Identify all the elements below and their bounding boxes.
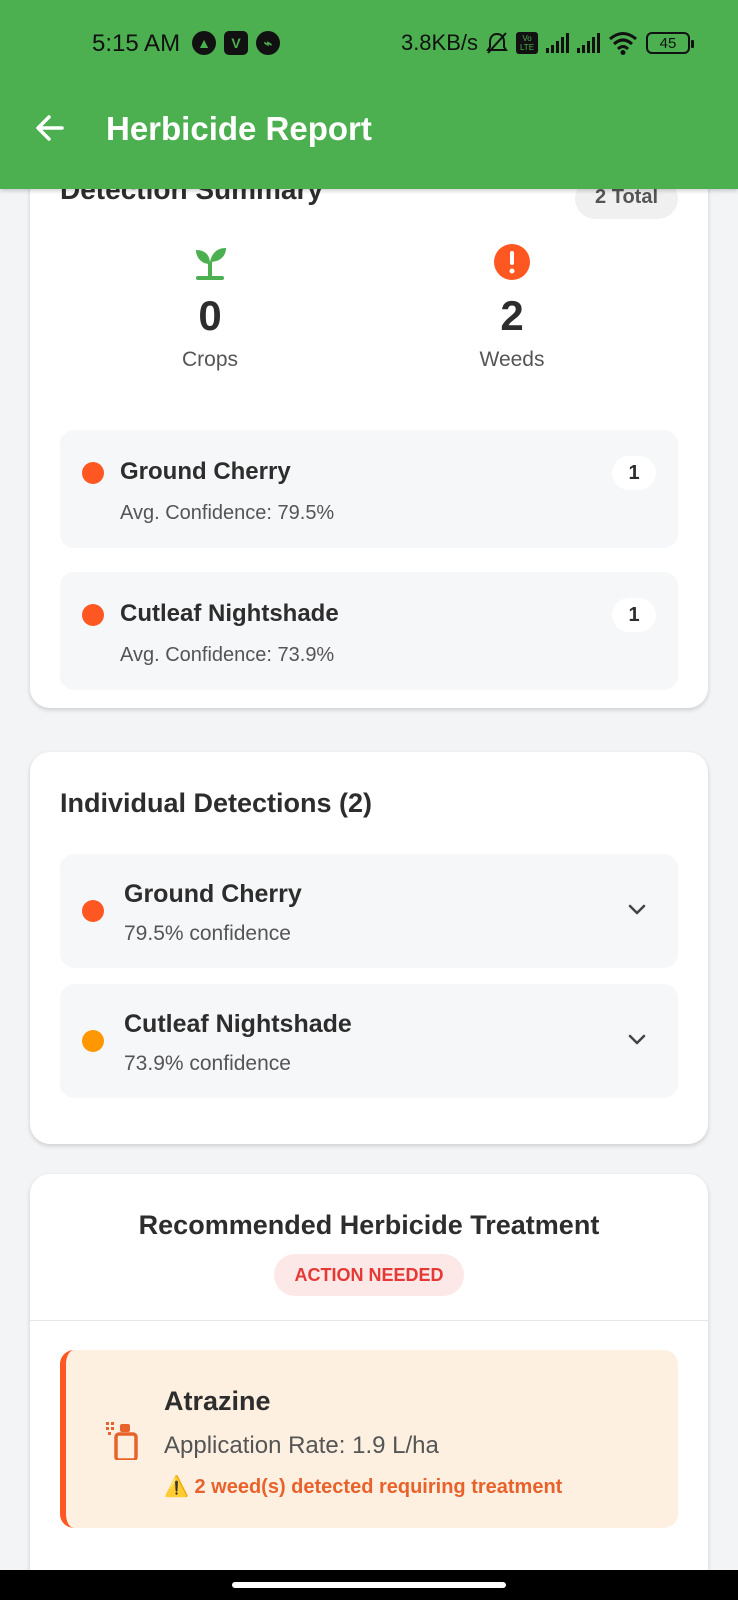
treatment-item: Atrazine Application Rate: 1.9 L/ha ⚠️ 2… xyxy=(60,1350,678,1528)
herbicide-name: Atrazine xyxy=(164,1386,271,1416)
detection-dot xyxy=(82,1030,104,1052)
summary-item-confidence: Avg. Confidence: 79.5% xyxy=(120,502,335,524)
crops-label: Crops xyxy=(181,348,239,371)
detection-confidence: 73.9% confidence xyxy=(124,1052,291,1075)
summary-item: Ground Cherry Avg. Confidence: 79.5% 1 xyxy=(60,430,678,548)
application-rate: Application Rate: 1.9 L/ha xyxy=(164,1432,439,1459)
weeds-label: Weeds xyxy=(479,348,545,371)
arrow-left-icon xyxy=(36,115,64,141)
wifi-icon xyxy=(609,32,637,55)
app-bar: 5:15 AM ▲ V ⌁ 3.8KB/s Vo LTE 45 Herbicid… xyxy=(0,0,738,189)
detection-item[interactable]: Ground Cherry 79.5% confidence xyxy=(60,854,678,968)
detection-summary-card: Detection Summary 2 Total 0 Crops 2 Weed… xyxy=(30,160,708,708)
system-icons: 3.8KB/s Vo LTE 45 xyxy=(400,30,694,56)
detection-name: Ground Cherry xyxy=(124,880,302,908)
detections-title: Individual Detections (2) xyxy=(60,788,373,818)
spray-bottle-icon xyxy=(106,1422,138,1460)
back-button[interactable] xyxy=(30,108,70,148)
signal-icon xyxy=(577,33,600,53)
crops-count: 0 xyxy=(198,292,222,339)
bell-muted-icon xyxy=(486,32,508,54)
network-speed: 3.8KB/s xyxy=(400,30,478,55)
page-title: Herbicide Report xyxy=(106,110,372,147)
detection-dot xyxy=(82,900,104,922)
weeds-stat: 2 Weeds xyxy=(392,242,632,372)
v-app-icon: V xyxy=(224,31,248,55)
navigation-app-icon: ▲ xyxy=(192,31,216,55)
summary-item-confidence: Avg. Confidence: 73.9% xyxy=(120,644,335,666)
navigation-bar xyxy=(0,1570,738,1600)
summary-item-count: 1 xyxy=(612,598,656,632)
sprout-icon xyxy=(196,248,226,280)
status-time: 5:15 AM xyxy=(92,30,181,57)
battery-level: 45 xyxy=(659,34,677,52)
signal-icon xyxy=(546,33,569,53)
individual-detections-card: Individual Detections (2) Ground Cherry … xyxy=(30,752,708,1144)
treatment-card: Recommended Herbicide Treatment ACTION N… xyxy=(30,1174,708,1600)
crops-stat: 0 Crops xyxy=(90,242,330,372)
scroll-content[interactable]: Detection Summary 2 Total 0 Crops 2 Weed… xyxy=(0,0,738,1600)
detection-confidence: 79.5% confidence xyxy=(124,922,291,945)
volte-icon: Vo LTE xyxy=(516,32,538,54)
divider xyxy=(30,1320,708,1321)
summary-item-name: Ground Cherry xyxy=(120,458,291,485)
status-bar: 5:15 AM ▲ V ⌁ 3.8KB/s Vo LTE 45 xyxy=(0,28,738,60)
detection-item[interactable]: Cutleaf Nightshade 73.9% confidence xyxy=(60,984,678,1098)
weed-dot xyxy=(82,462,104,484)
chevron-down-icon[interactable] xyxy=(626,1028,648,1050)
chevron-down-icon[interactable] xyxy=(626,898,648,920)
home-indicator[interactable] xyxy=(232,1582,506,1588)
notification-icons: ▲ V ⌁ xyxy=(192,31,280,55)
action-needed-badge: ACTION NEEDED xyxy=(274,1254,464,1296)
alert-circle-icon xyxy=(494,244,530,280)
summary-item-name: Cutleaf Nightshade xyxy=(120,600,339,627)
messenger-icon: ⌁ xyxy=(256,31,280,55)
weeds-count: 2 xyxy=(500,292,524,339)
detection-name: Cutleaf Nightshade xyxy=(124,1010,352,1038)
battery-icon: 45 xyxy=(646,32,694,54)
weed-dot xyxy=(82,604,104,626)
summary-item: Cutleaf Nightshade Avg. Confidence: 73.9… xyxy=(60,572,678,690)
treatment-title: Recommended Herbicide Treatment xyxy=(138,1210,600,1240)
summary-item-count: 1 xyxy=(612,456,656,490)
treatment-warning: ⚠️ 2 weed(s) detected requiring treatmen… xyxy=(164,1476,563,1498)
